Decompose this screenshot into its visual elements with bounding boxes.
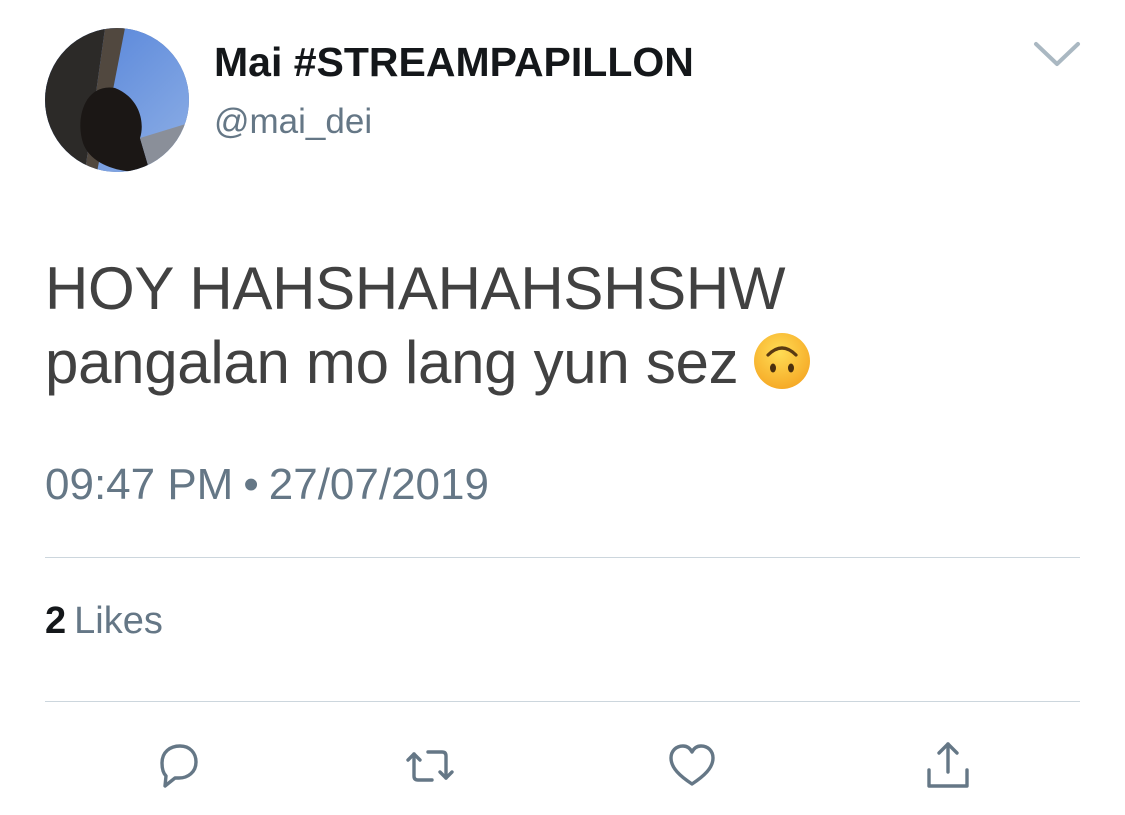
upside-down-face-icon (752, 331, 812, 391)
tweet-text-line-2: pangalan mo lang yun sez (45, 326, 1085, 400)
likes-summary[interactable]: 2 Likes (45, 598, 163, 644)
author-display-name[interactable]: Mai #STREAMPAPILLON (214, 38, 694, 86)
avatar-image (45, 28, 189, 172)
share-button[interactable] (918, 736, 978, 796)
meta-separator: • (243, 460, 259, 509)
tweet-text: HOY HAHSHAHAHSHSHW pangalan mo lang yun … (45, 252, 1085, 400)
likes-count: 2 (45, 600, 67, 642)
reply-button[interactable] (148, 736, 208, 796)
avatar[interactable] (45, 28, 189, 172)
tweet-date: 27/07/2019 (268, 460, 489, 509)
like-button[interactable] (662, 736, 722, 796)
share-icon (927, 742, 969, 788)
tweet-timestamp: 09:47 PM • 27/07/2019 (45, 458, 489, 512)
author-handle[interactable]: @mai_dei (214, 100, 372, 144)
likes-label: Likes (74, 600, 163, 642)
divider (45, 557, 1080, 558)
retweet-button[interactable] (400, 736, 460, 796)
heart-icon (669, 744, 715, 786)
tweet-text-line-2-text: pangalan mo lang yun sez (45, 329, 739, 396)
reply-icon (160, 744, 198, 788)
chevron-down-icon[interactable] (1030, 32, 1084, 76)
divider (45, 701, 1080, 702)
retweet-icon (406, 750, 454, 782)
tweet-time: 09:47 PM (45, 460, 234, 509)
tweet-text-line-1: HOY HAHSHAHAHSHSHW (45, 255, 786, 322)
